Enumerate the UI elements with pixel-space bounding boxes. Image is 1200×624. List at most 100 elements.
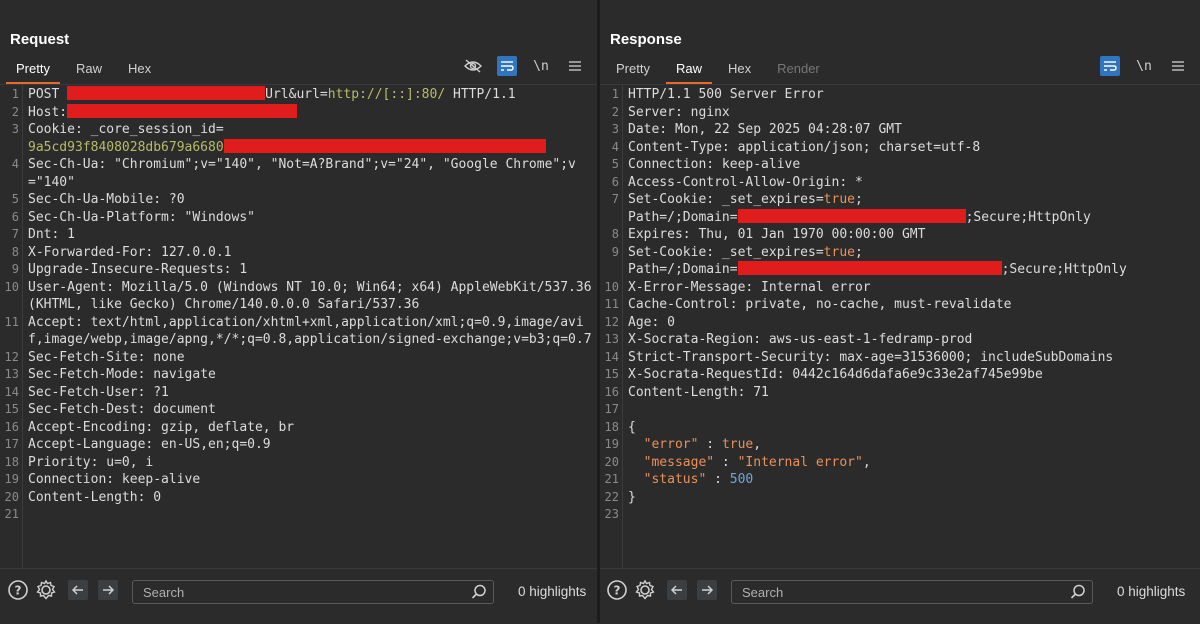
- json-sep: :: [698, 437, 722, 452]
- code-line: 3 Date: Mon, 22 Sep 2025 04:28:07 GMT: [600, 121, 1200, 139]
- cookie-attr: ;Secure;HttpOnly: [965, 209, 1091, 225]
- cookie-flag-value: true: [823, 244, 855, 260]
- header-value: 1: [231, 262, 248, 277]
- request-method: POST: [28, 87, 68, 102]
- code-line: 11 Accept: text/html,application/xhtml+xm…: [0, 314, 597, 349]
- header-key: Sec-Ch-Ua:: [28, 157, 107, 172]
- code-line: 11 Cache-Control: private, no-cache, must…: [600, 296, 1200, 314]
- line-number: 11: [4, 314, 19, 329]
- line-number: 23: [604, 507, 619, 521]
- newline-toggle[interactable]: \n: [1134, 56, 1154, 76]
- header-key: Accept-Language:: [28, 437, 154, 452]
- settings-gear-icon[interactable]: [634, 579, 656, 601]
- header-value: 0: [145, 489, 162, 505]
- header-key: Sec-Fetch-User:: [28, 384, 146, 400]
- json-brace: {: [628, 419, 636, 435]
- header-key: Set-Cookie:: [628, 244, 715, 260]
- header-key: Accept-Encoding:: [28, 419, 154, 435]
- settings-gear-icon[interactable]: [35, 579, 57, 601]
- redaction-block: [67, 103, 298, 118]
- menu-icon[interactable]: [565, 56, 585, 76]
- header-key: Dnt:: [28, 227, 60, 242]
- code-line: 20 "message" : "Internal error",: [600, 454, 1200, 472]
- menu-icon[interactable]: [1168, 56, 1188, 76]
- response-search-input[interactable]: [740, 584, 1064, 601]
- json-comma: ,: [753, 437, 762, 452]
- request-url-param: http://[::]:80/: [327, 87, 446, 102]
- header-value: "Chromium";v="140", "Not=A?Brand";v="24"…: [28, 157, 576, 190]
- header-value: en-US,en;q=0.9: [153, 437, 271, 452]
- code-line: 1 HTTP/1.1 500 Server Error: [600, 86, 1200, 104]
- header-value: application/json; charset=utf-8: [729, 139, 981, 155]
- header-key: Priority:: [28, 454, 99, 470]
- word-wrap-icon[interactable]: [1100, 56, 1120, 76]
- json-comma: ,: [862, 454, 871, 470]
- cookie-attr: Path=/;Domain=: [628, 209, 738, 225]
- line-number: 15: [604, 367, 619, 381]
- line-number: 18: [4, 454, 19, 469]
- header-value: aws-us-east-1-fedramp-prod: [761, 332, 973, 347]
- request-search-box: [132, 580, 494, 604]
- cookie-attr: Path=/;Domain=: [628, 262, 738, 277]
- code-line: 19 "error" : true,: [600, 436, 1200, 454]
- previous-match-button[interactable]: [667, 580, 687, 600]
- header-value: navigate: [145, 367, 216, 382]
- next-match-button[interactable]: [98, 580, 118, 600]
- line-number: 10: [604, 279, 619, 294]
- code-line: 17 Accept-Language: en-US,en;q=0.9: [0, 436, 597, 454]
- previous-match-button[interactable]: [68, 580, 88, 600]
- line-number: 1: [11, 87, 19, 101]
- header-value: document: [145, 402, 216, 417]
- code-line: 6 Access-Control-Allow-Origin: *: [600, 174, 1200, 192]
- response-tools: \n: [1100, 56, 1188, 76]
- line-number: 21: [4, 507, 19, 521]
- code-line: 7 Set-Cookie: _set_expires=true; Path=/;Do…: [600, 191, 1200, 226]
- code-line: 9 Set-Cookie: _set_expires=true; Path=/;Do…: [600, 244, 1200, 279]
- request-tab-pretty[interactable]: Pretty: [6, 61, 60, 84]
- response-tab-hex[interactable]: Hex: [718, 61, 761, 82]
- request-editor[interactable]: 1 POST Url&url=http://[::]:80/ HTTP/1.1 2…: [0, 84, 597, 568]
- hide-icon[interactable]: [463, 56, 483, 76]
- request-tab-hex[interactable]: Hex: [118, 61, 161, 82]
- search-icon[interactable]: [1070, 584, 1086, 605]
- response-tab-render[interactable]: Render: [767, 61, 830, 82]
- word-wrap-icon[interactable]: [497, 56, 517, 76]
- json-sep: :: [714, 454, 738, 470]
- header-key: Age:: [628, 314, 660, 330]
- header-key: Sec-Fetch-Dest:: [28, 402, 146, 417]
- newline-toggle[interactable]: \n: [531, 56, 551, 76]
- header-value: _core_session_id=: [82, 122, 224, 137]
- svg-text:?: ?: [15, 584, 22, 598]
- response-tab-raw[interactable]: Raw: [665, 61, 712, 84]
- header-key: Cache-Control:: [628, 297, 738, 312]
- code-line: 23: [600, 506, 1200, 524]
- next-match-button[interactable]: [697, 580, 717, 600]
- response-editor[interactable]: 1 HTTP/1.1 500 Server Error 2 Server: ngin…: [600, 84, 1200, 568]
- response-tab-pretty[interactable]: Pretty: [606, 61, 660, 82]
- line-number: 8: [611, 227, 619, 241]
- code-line: 8 X-Forwarded-For: 127.0.0.1: [0, 244, 597, 262]
- cookie-attr: ;Secure;HttpOnly: [1001, 262, 1127, 277]
- code-line: 19 Connection: keep-alive: [0, 471, 597, 489]
- request-tab-raw[interactable]: Raw: [66, 61, 112, 82]
- help-icon[interactable]: ?: [7, 579, 29, 601]
- line-number: 4: [611, 139, 619, 154]
- line-number: 21: [604, 472, 619, 486]
- header-value: gzip, deflate, br: [153, 419, 295, 435]
- help-icon[interactable]: ?: [606, 579, 628, 601]
- header-value: 71: [745, 384, 769, 400]
- search-icon[interactable]: [471, 584, 487, 605]
- header-value: text/html,application/xhtml+xml,applicat…: [28, 314, 592, 348]
- header-value: private, no-cache, must-revalidate: [737, 297, 1012, 312]
- line-number: 22: [604, 489, 619, 504]
- code-line: 18 Priority: u=0, i: [0, 454, 597, 472]
- line-number: 5: [11, 192, 19, 206]
- header-value: Thu, 01 Jan 1970 00:00:00 GMT: [690, 227, 926, 242]
- line-number: 19: [604, 437, 619, 451]
- header-key: Access-Control-Allow-Origin:: [628, 174, 848, 190]
- header-key: Sec-Fetch-Mode:: [28, 367, 146, 382]
- header-key: Content-Type:: [628, 139, 730, 155]
- code-line: 5 Connection: keep-alive: [600, 156, 1200, 174]
- request-search-input[interactable]: [141, 584, 465, 601]
- line-number: 15: [4, 402, 19, 416]
